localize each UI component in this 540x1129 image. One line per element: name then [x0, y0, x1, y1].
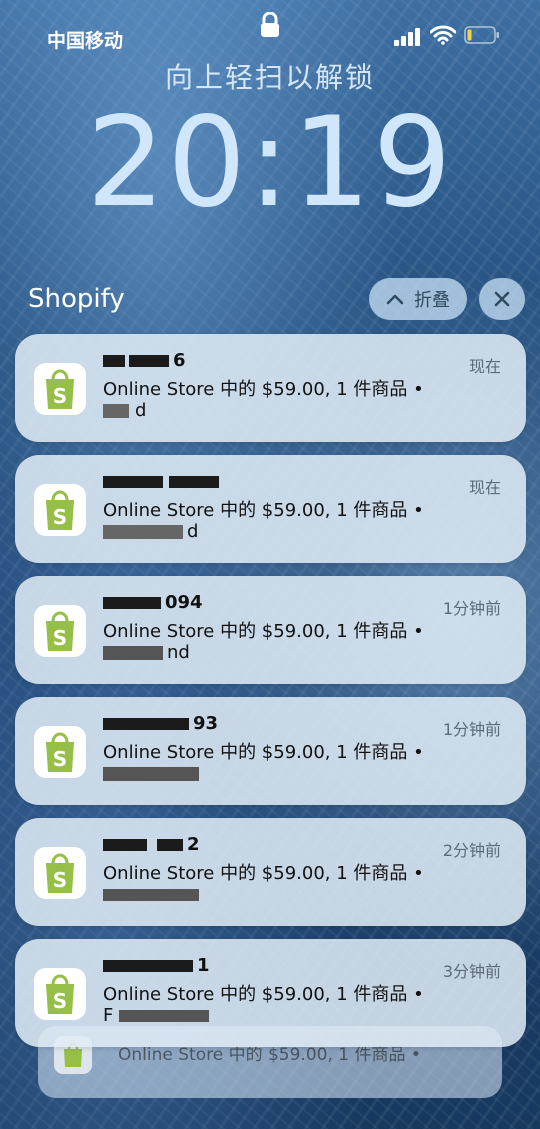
notification-card[interactable]: S 6 Online Store 中的 $59.00, 1 件商品 • d 现在 — [15, 334, 526, 442]
shopify-icon: S — [34, 847, 86, 899]
close-group-button[interactable] — [479, 278, 525, 320]
shopify-icon: S — [34, 484, 86, 536]
notification-time: 3分钟前 — [442, 962, 501, 981]
notification-title: 1 — [103, 955, 210, 976]
svg-text:S: S — [53, 626, 67, 650]
lock-screen-clock: 20:19 — [86, 91, 454, 235]
shopify-icon: S — [34, 363, 86, 415]
notification-subtext: d — [103, 400, 146, 421]
shopify-icon: S — [34, 968, 86, 1020]
notification-time: 现在 — [468, 357, 501, 376]
svg-text:S: S — [53, 747, 67, 771]
lock-icon — [261, 12, 279, 37]
notification-title: 93 — [103, 713, 218, 734]
shopify-icon: S — [34, 605, 86, 657]
notification-body: Online Store 中的 $59.00, 1 件商品 • — [103, 863, 424, 884]
notification-card[interactable]: S 1 Online Store 中的 $59.00, 1 件商品 • F 3分… — [15, 939, 526, 1047]
notification-subtext — [103, 763, 199, 784]
notification-body: Online Store 中的 $59.00, 1 件商品 • — [103, 621, 424, 642]
shopify-icon: S — [34, 726, 86, 778]
notification-card[interactable]: S 094 Online Store 中的 $59.00, 1 件商品 • nd… — [15, 576, 526, 684]
notification-subtext: d — [103, 521, 198, 542]
notification-time: 1分钟前 — [442, 599, 501, 618]
svg-text:S: S — [53, 868, 67, 892]
notification-time: 现在 — [468, 478, 501, 497]
notification-body: Online Store 中的 $59.00, 1 件商品 • — [103, 984, 424, 1005]
notification-card[interactable]: S 2 Online Store 中的 $59.00, 1 件商品 • 2分钟前 — [15, 818, 526, 926]
notification-title — [103, 471, 219, 492]
notification-title: 2 — [103, 834, 200, 855]
wifi-icon — [430, 25, 456, 45]
notification-group-title: Shopify — [28, 284, 125, 314]
notification-time: 1分钟前 — [442, 720, 501, 739]
notification-card[interactable]: S 93 Online Store 中的 $59.00, 1 件商品 • 1分钟… — [15, 697, 526, 805]
svg-text:S: S — [53, 989, 67, 1013]
cellular-signal-icon — [394, 28, 420, 46]
notification-body: Online Store 中的 $59.00, 1 件商品 • — [103, 742, 424, 763]
collapse-label: 折叠 — [414, 290, 450, 311]
notification-time: 2分钟前 — [442, 841, 501, 860]
unlock-hint: 向上轻扫以解锁 — [164, 61, 375, 94]
svg-text:S: S — [53, 505, 67, 529]
notification-subtext: F — [103, 1005, 210, 1026]
notification-title: 094 — [103, 592, 203, 613]
svg-text:S: S — [53, 384, 67, 408]
notification-subtext — [103, 884, 199, 905]
chevron-up-icon — [386, 294, 404, 305]
notification-subtext: nd — [103, 642, 190, 663]
notification-body: Online Store 中的 $59.00, 1 件商品 • — [103, 379, 424, 400]
notification-title: 6 — [103, 350, 186, 371]
collapse-button[interactable]: 折叠 — [369, 278, 467, 320]
battery-icon — [464, 26, 499, 44]
notification-card[interactable]: S Online Store 中的 $59.00, 1 件商品 • d 现在 — [15, 455, 526, 563]
notification-body: Online Store 中的 $59.00, 1 件商品 • — [103, 500, 424, 521]
carrier-label: 中国移动 — [47, 30, 124, 52]
close-icon — [494, 291, 510, 307]
